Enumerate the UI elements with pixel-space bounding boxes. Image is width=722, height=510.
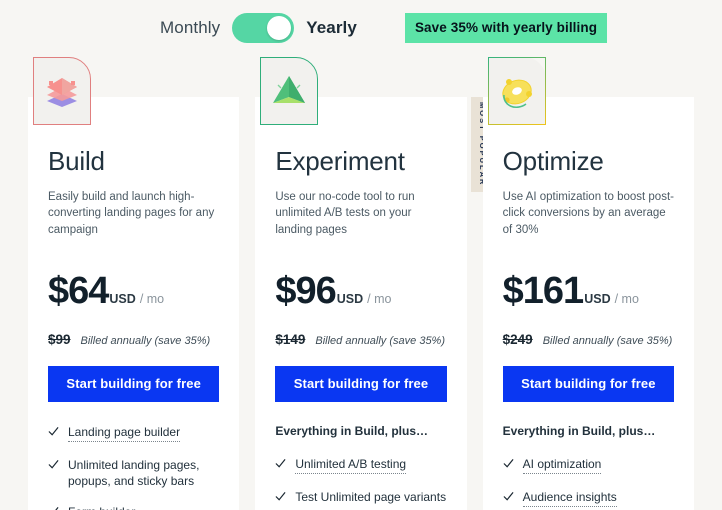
billed-row: $99 Billed annually (save 35%) [48,332,219,347]
list-item: Test Unlimited page variants [275,489,446,505]
monthly-label[interactable]: Monthly [160,18,220,38]
yearly-label[interactable]: Yearly [306,18,357,38]
billed-row: $149 Billed annually (save 35%) [275,332,446,347]
plus-line: Everything in Build, plus… [502,423,656,438]
price-currency: USD [336,291,364,306]
billing-toggle-group: Monthly Yearly [160,12,357,43]
check-icon [275,491,286,501]
check-icon [55,507,59,510]
old-price: $149 [275,331,306,347]
feature-list: Unlimited A/B testing Test Unlimited pag… [275,456,446,510]
list-item: AI optimization [503,456,674,474]
pricing-card-build: Build Easily build and launch high-conve… [28,57,240,510]
toggle-knob [267,15,292,40]
layers-stack-icon [33,57,91,125]
billing-period-toggle[interactable] [232,12,295,43]
price-row: $161 USD / mo [503,272,674,310]
start-building-button[interactable]: Start building for free [48,365,220,402]
pricing-card-experiment: MOST POPULAR Experiment Use our no-code … [255,57,495,510]
feature-list: AI optimization Audience insights Advanc… [503,456,674,510]
check-icon [503,491,514,501]
plan-description: Use our no-code tool to run unlimited A/… [275,190,415,236]
feature-label[interactable]: Landing page builder [68,424,181,442]
billing-toggle-bar: Monthly Yearly Save 35% with yearly bill… [0,0,722,55]
price-amount: $96 [275,269,336,312]
price-period: / mo [367,291,392,306]
plan-description: Use AI optimization to boost post-click … [502,190,674,236]
list-item: Unlimited landing pages, popups, and sti… [48,457,219,489]
start-building-button[interactable]: Start building for free [275,365,447,402]
old-price: $99 [48,331,71,347]
feature-label: Test Unlimited page variants [295,489,447,504]
billed-note: Billed annually (save 35%) [315,334,446,347]
check-icon [48,426,59,436]
price-period: / mo [614,291,639,306]
old-price: $249 [502,331,533,347]
plan-description: Easily build and launch high-converting … [48,190,215,236]
list-item: Form builder [48,504,219,510]
pricing-cards-row: Build Easily build and launch high-conve… [0,57,722,510]
price-row: $64 USD / mo [48,272,219,310]
billed-note: Billed annually (save 35%) [542,334,673,347]
price-currency: USD [584,291,611,306]
billed-note: Billed annually (save 35%) [80,334,211,347]
check-icon [275,458,286,468]
check-icon [48,459,59,469]
feature-label[interactable]: Audience insights [522,489,617,507]
plan-name: Experiment [275,146,405,176]
feature-list: Landing page builder Unlimited landing p… [48,424,219,510]
list-item: Landing page builder [48,424,219,442]
plan-name: Optimize [502,146,604,176]
price-row: $96 USD / mo [275,272,446,310]
feature-label: Form builder [68,504,135,510]
pricing-card-optimize: Optimize Use AI optimization to boost po… [482,57,694,510]
save-badge: Save 35% with yearly billing [404,12,608,43]
yellow-torus-icon [487,57,546,125]
check-icon [503,458,514,468]
feature-label: Unlimited landing pages, popups, and sti… [68,457,200,488]
price-amount: $64 [48,269,109,312]
list-item: Unlimited A/B testing [275,456,446,474]
price-amount: $161 [502,269,585,312]
feature-label[interactable]: AI optimization [522,456,602,474]
start-building-button[interactable]: Start building for free [502,365,674,402]
pricing-page: Monthly Yearly Save 35% with yearly bill… [0,0,722,510]
price-currency: USD [109,291,136,306]
plus-line: Everything in Build, plus… [275,423,429,438]
feature-label[interactable]: Unlimited A/B testing [295,456,407,474]
price-period: / mo [139,291,165,306]
green-pyramid-icon [260,57,319,125]
billed-row: $249 Billed annually (save 35%) [503,332,674,347]
plan-name: Build [48,146,105,176]
list-item: Audience insights [503,489,674,507]
